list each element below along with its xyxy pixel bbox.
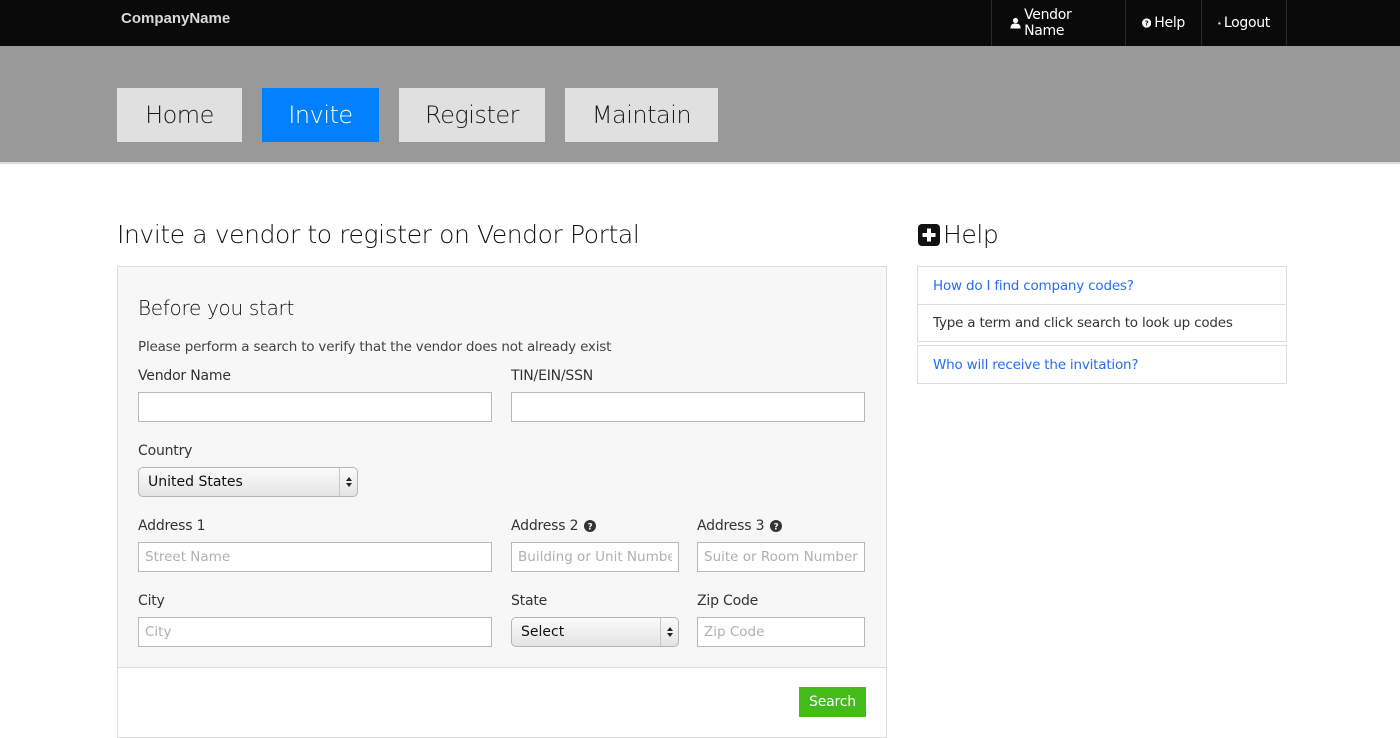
state-selected-value: Select — [521, 624, 565, 640]
state-select[interactable]: Select — [511, 617, 679, 647]
logout-label: Logout — [1223, 15, 1270, 31]
tin-field-label: TIN/EIN/SSN — [511, 368, 594, 384]
tin-input[interactable] — [511, 392, 865, 422]
help-item-invitation: Who will receive the invitation? — [917, 345, 1287, 384]
help-question-link[interactable]: Who will receive the invitation? — [918, 346, 1286, 383]
address2-field-label: Address 2 ? — [511, 518, 597, 534]
user-nav: Vendor Name ? Help Logout — [991, 0, 1287, 46]
vendor-name-label: Vendor Name — [1024, 7, 1072, 39]
question-circle-icon[interactable]: ? — [584, 520, 597, 532]
logout-link[interactable]: Logout — [1202, 0, 1287, 46]
help-label: Help — [1154, 15, 1185, 31]
city-field-label: City — [138, 593, 165, 609]
help-title: Help — [917, 220, 999, 249]
vendor-name-field-label: Vendor Name — [138, 368, 231, 384]
panel-heading: Before you start — [138, 296, 295, 320]
main-tabs: Home Invite Register Maintain — [117, 88, 738, 142]
search-form-panel: Before you start Please perform a search… — [117, 266, 887, 738]
help-title-text: Help — [943, 220, 999, 249]
svg-text:?: ? — [588, 522, 593, 532]
svg-text:?: ? — [774, 522, 779, 532]
tab-maintain[interactable]: Maintain — [565, 88, 718, 142]
brand-logo[interactable]: CompanyName — [121, 10, 230, 27]
address3-label-text: Address 3 — [697, 518, 765, 534]
intro-text: Please perform a search to verify that t… — [138, 339, 612, 355]
page-title: Invite a vendor to register on Vendor Po… — [117, 220, 640, 249]
country-field-label: Country — [138, 443, 193, 459]
select-arrows-icon — [339, 468, 357, 496]
help-item-company-codes: How do I find company codes? Type a term… — [917, 266, 1287, 342]
tab-home[interactable]: Home — [117, 88, 242, 142]
svg-text:?: ? — [1145, 20, 1149, 28]
select-arrows-icon — [660, 618, 678, 646]
top-navbar: CompanyName Vendor Name ? Help Logout — [0, 0, 1400, 46]
question-circle-icon[interactable]: ? — [770, 520, 783, 532]
address1-field-label: Address 1 — [138, 518, 206, 534]
plus-square-icon — [918, 223, 940, 246]
help-link[interactable]: ? Help — [1126, 0, 1202, 46]
address2-label-text: Address 2 — [511, 518, 579, 534]
user-icon — [1010, 17, 1021, 29]
address1-input[interactable] — [138, 542, 492, 572]
vendor-name-input[interactable] — [138, 392, 492, 422]
address3-input[interactable] — [697, 542, 865, 572]
zip-field-label: Zip Code — [697, 593, 759, 609]
question-circle-icon: ? — [1142, 18, 1152, 28]
lock-icon — [1218, 21, 1221, 25]
vendor-name-link[interactable]: Vendor Name — [992, 0, 1126, 46]
tab-register[interactable]: Register — [399, 88, 545, 142]
search-form-body: Before you start Please perform a search… — [118, 267, 886, 668]
address3-field-label: Address 3 ? — [697, 518, 783, 534]
main-nav-band: Home Invite Register Maintain — [0, 46, 1400, 164]
zip-input[interactable] — [697, 617, 865, 647]
help-answer-text: Type a term and click search to look up … — [918, 304, 1286, 341]
help-question-link[interactable]: How do I find company codes? — [918, 267, 1286, 304]
city-input[interactable] — [138, 617, 492, 647]
address2-input[interactable] — [511, 542, 679, 572]
state-field-label: State — [511, 593, 548, 609]
country-selected-value: United States — [148, 474, 243, 490]
search-button[interactable]: Search — [799, 687, 866, 717]
tab-invite[interactable]: Invite — [262, 88, 379, 142]
country-select[interactable]: United States — [138, 467, 358, 497]
